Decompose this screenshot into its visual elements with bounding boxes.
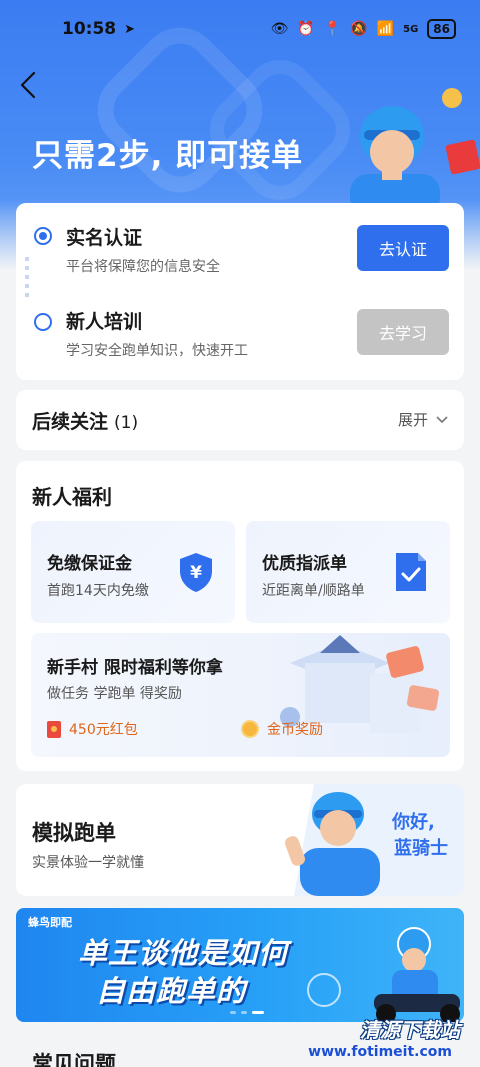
mute-icon: 🔕 xyxy=(350,21,368,37)
follow-up-title: 后续关注 (1) xyxy=(32,407,138,434)
benefit-tile-deposit[interactable]: 免缴保证金 首跑14天内免缴 ¥ xyxy=(31,521,235,623)
tile-desc: 首跑14天内免缴 xyxy=(47,583,149,599)
benefit-tile-dispatch[interactable]: 优质指派单 近距离单/顺路单 xyxy=(246,521,450,623)
banner-headline: 单王谈他是如何 xyxy=(78,936,289,970)
simulate-desc: 实景体验一学就懂 xyxy=(32,855,144,871)
status-icons: 👁 ⏰ 📍 🔕 📶 5G 86 xyxy=(271,19,456,39)
reward-red-packet: 450元红包 xyxy=(47,719,138,739)
rider-mascot-image xyxy=(350,88,480,216)
rider-motorbike-illustration xyxy=(307,927,460,1022)
newbie-village-banner[interactable]: 新手村 限时福利等你拿 做任务 学跑单 得奖励 450元红包 金币奖励 xyxy=(31,633,450,757)
location-arrow-icon: ➤ xyxy=(124,21,136,37)
follow-up-label: 后续关注 xyxy=(32,411,109,433)
promo-banner[interactable]: 蜂鸟即配 单王谈他是如何 自由跑单的 xyxy=(16,908,464,1022)
tile-title: 优质指派单 xyxy=(262,554,347,574)
step-connector xyxy=(25,257,29,299)
verify-button[interactable]: 去认证 xyxy=(357,225,449,271)
step-desc: 平台将保障您的信息安全 xyxy=(66,259,220,275)
rider-greeting-illustration: 你好, 蓝骑士 xyxy=(284,784,464,896)
clock-text: 10:58 xyxy=(62,19,117,39)
eye-icon: 👁 xyxy=(270,21,289,37)
reward-label: 金币奖励 xyxy=(267,722,323,738)
watermark-url: www.fotimeit.com xyxy=(308,1044,452,1060)
wifi-icon: 📶 xyxy=(376,21,395,37)
status-time: 10:58 ➤ xyxy=(62,19,135,39)
simulate-delivery-card[interactable]: 模拟跑单 实景体验一学就懂 你好, 蓝骑士 xyxy=(16,784,464,896)
shield-yen-icon: ¥ xyxy=(180,553,212,592)
alarm-icon: ⏰ xyxy=(297,21,315,37)
tile-title: 免缴保证金 xyxy=(47,554,132,574)
village-title: 新手村 限时福利等你拿 xyxy=(47,658,223,678)
svg-text:¥: ¥ xyxy=(190,563,202,583)
greeting-text: 你好, xyxy=(391,811,435,833)
village-desc: 做任务 学跑单 得奖励 xyxy=(47,686,182,702)
step-title: 新人培训 xyxy=(66,311,143,333)
step-active-dot-icon xyxy=(34,227,52,245)
step-pending-dot-icon xyxy=(34,313,52,331)
tile-desc: 近距离单/顺路单 xyxy=(262,583,365,599)
simulate-title: 模拟跑单 xyxy=(32,821,116,845)
faq-title: 常见问题 xyxy=(32,1052,116,1067)
checked-document-icon xyxy=(396,553,426,591)
page-title: 只需2步, 即可接单 xyxy=(32,138,304,174)
reward-label: 450元红包 xyxy=(69,722,138,738)
pager-dot xyxy=(241,1011,247,1014)
expand-toggle[interactable]: 展开 xyxy=(398,409,448,430)
onboarding-steps-card: 实名认证 平台将保障您的信息安全 去认证 新人培训 学习安全跑单知识，快速开工 … xyxy=(16,203,464,380)
watermark-logo: 清源下载站 xyxy=(360,1018,460,1042)
follow-up-count: (1) xyxy=(114,413,139,433)
expand-label: 展开 xyxy=(397,411,428,429)
reward-coins: 金币奖励 xyxy=(241,719,323,739)
gold-coin-icon xyxy=(241,720,259,738)
newcomer-benefits-card: 新人福利 免缴保证金 首跑14天内免缴 ¥ 优质指派单 近距离单/顺路单 新手村… xyxy=(16,461,464,771)
benefits-title: 新人福利 xyxy=(32,485,112,509)
status-bar: 10:58 ➤ 👁 ⏰ 📍 🔕 📶 5G 86 xyxy=(0,0,480,58)
step-title: 实名认证 xyxy=(66,227,143,249)
chevron-left-icon xyxy=(20,71,36,99)
banner-pager xyxy=(230,1011,264,1014)
pager-dot xyxy=(230,1011,236,1014)
chevron-down-icon xyxy=(436,415,448,423)
greeting-text: 蓝骑士 xyxy=(394,837,448,859)
battery-icon: 86 xyxy=(427,19,456,39)
location-pin-icon: 📍 xyxy=(323,21,342,37)
banner-headline: 自由跑单的 xyxy=(96,974,247,1008)
learn-button[interactable]: 去学习 xyxy=(357,309,449,355)
red-packet-icon xyxy=(47,720,61,738)
back-button[interactable] xyxy=(18,70,46,102)
network-type: 5G xyxy=(403,23,419,35)
follow-up-card[interactable]: 后续关注 (1) 展开 xyxy=(16,390,464,450)
pager-dot-active xyxy=(252,1011,264,1014)
step-desc: 学习安全跑单知识，快速开工 xyxy=(66,343,248,359)
banner-brand: 蜂鸟即配 xyxy=(28,916,72,929)
